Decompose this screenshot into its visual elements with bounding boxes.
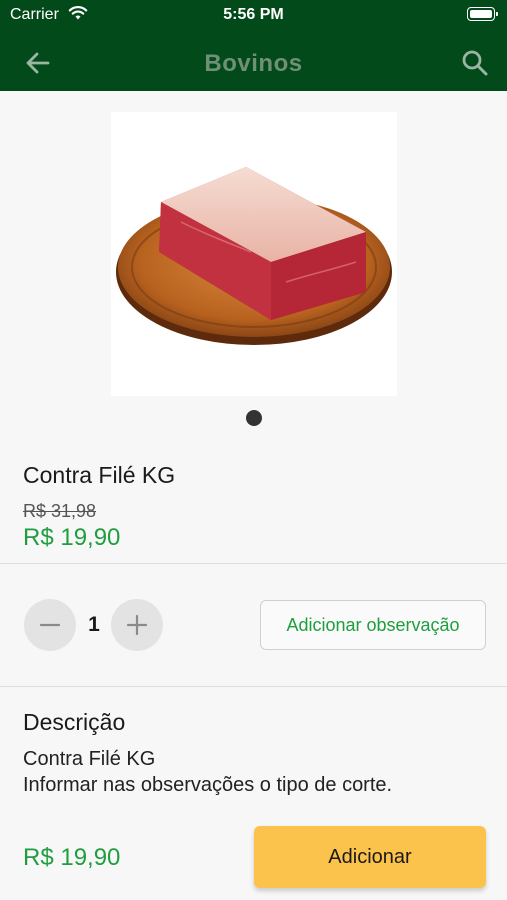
footer-price: R$ 19,90 [23,844,121,871]
description-text: Contra Filé KG [23,748,156,770]
meat-on-board-image [116,167,392,345]
divider [0,686,507,687]
product-old-price: R$ 31,98 [23,501,97,521]
increase-quantity-button[interactable] [111,599,163,651]
carousel-page-indicator[interactable] [246,410,262,426]
product-price: R$ 19,90 [23,524,121,551]
navigation-bar: Bovinos [0,30,507,91]
plus-icon [126,614,148,636]
add-observation-button[interactable]: Adicionar observação [260,600,486,650]
quantity-value: 1 [88,613,100,636]
battery-icon [467,7,498,21]
product-name: Contra Filé KG [23,462,176,488]
minus-icon [39,623,61,627]
page-title: Bovinos [204,50,303,77]
product-image [111,112,397,396]
description-title: Descrição [23,709,126,735]
description-text: Informar nas observações o tipo de corte… [23,774,393,796]
divider [0,563,507,564]
decrease-quantity-button[interactable] [24,599,76,651]
clock: 5:56 PM [223,6,284,23]
add-to-cart-button[interactable]: Adicionar [254,826,486,888]
status-bar: Carrier 5:56 PM [0,0,507,30]
search-icon[interactable] [461,49,489,77]
